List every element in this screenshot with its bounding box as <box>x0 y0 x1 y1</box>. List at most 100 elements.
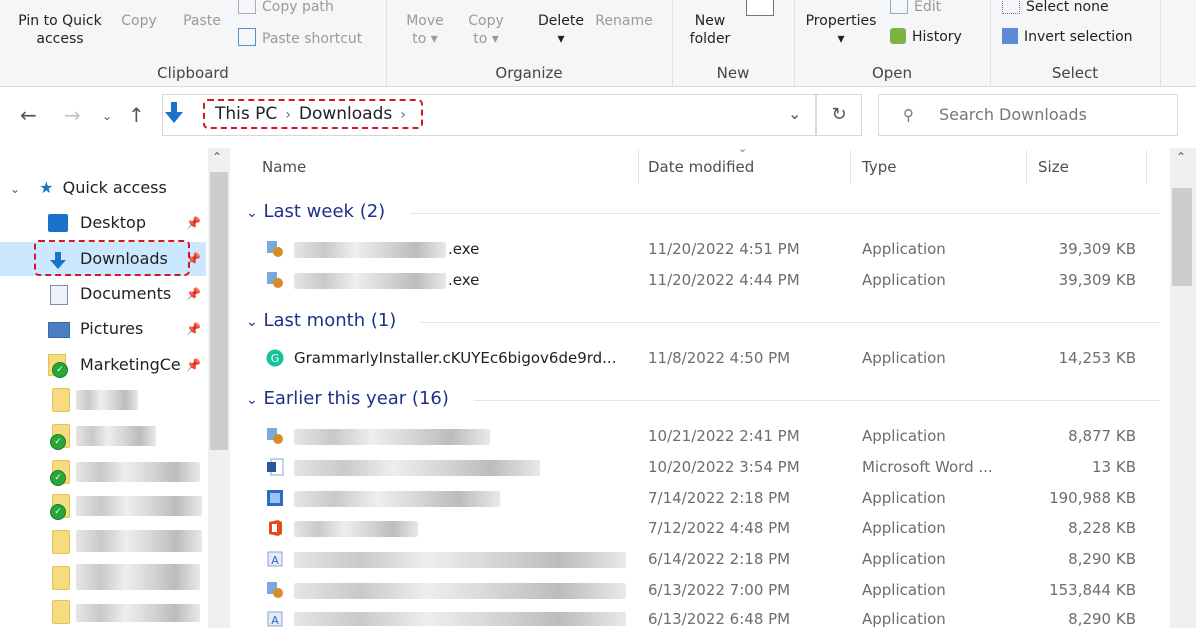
file-name[interactable]: GrammarlyInstaller.cKUYEc6bigov6de9rd... <box>294 349 616 367</box>
column-header-type[interactable]: Type <box>862 150 896 184</box>
group-divider <box>420 322 1160 323</box>
column-header-date[interactable]: Date modified <box>648 150 754 184</box>
redacted-item[interactable] <box>76 530 202 552</box>
new-folder-button[interactable]: New folder <box>682 12 738 48</box>
chevron-down-icon: ▾ <box>557 31 565 47</box>
sidebar-item-desktop[interactable]: Desktop 📌 <box>48 208 208 238</box>
file-name[interactable]: .exe <box>448 271 479 289</box>
redacted-filename[interactable] <box>294 460 540 476</box>
copy-path-button[interactable]: Copy path <box>238 0 334 16</box>
desktop-icon <box>48 214 68 232</box>
column-header-size[interactable]: Size <box>1038 150 1069 184</box>
new-item-icon[interactable] <box>746 0 774 16</box>
chevron-down-icon: ▾ <box>491 31 499 47</box>
sidebar-item-pictures[interactable]: Pictures 📌 <box>48 314 208 344</box>
folder-icon <box>52 388 70 412</box>
redacted-item[interactable] <box>76 564 200 590</box>
sidebar-item-marketingce[interactable]: ✓ MarketingCe 📌 <box>48 350 208 380</box>
delete-button[interactable]: Delete ▾ <box>534 12 588 48</box>
redacted-item[interactable] <box>76 496 202 516</box>
recent-locations-chevron-icon[interactable]: ⌄ <box>102 109 112 123</box>
group-header-earlier-this-year[interactable]: ⌄ Earlier this year (16) <box>246 388 449 409</box>
sidebar-item-label: Pictures <box>80 319 144 338</box>
file-name[interactable]: .exe <box>448 240 479 258</box>
copy-button[interactable]: Copy <box>118 12 160 30</box>
select-none-icon <box>1002 0 1020 14</box>
paste-shortcut-button[interactable]: Paste shortcut <box>238 28 362 48</box>
redacted-item[interactable] <box>76 390 138 410</box>
redacted-item[interactable] <box>76 604 200 622</box>
open-group: Properties ▾ Edit History Open <box>794 0 991 86</box>
scroll-up-icon[interactable]: ⌃ <box>1176 150 1186 164</box>
column-header-name[interactable]: Name <box>262 150 306 184</box>
redacted-filename[interactable] <box>294 552 626 568</box>
file-type: Application <box>862 519 946 537</box>
paste-button[interactable]: Paste <box>178 12 226 30</box>
properties-button[interactable]: Properties ▾ <box>802 12 880 48</box>
scroll-up-icon[interactable]: ⌃ <box>212 150 222 164</box>
organize-label: Organize <box>495 64 563 82</box>
invert-selection-button[interactable]: Invert selection <box>1002 28 1133 46</box>
breadcrumb-downloads[interactable]: Downloads <box>299 104 392 124</box>
column-divider[interactable] <box>1146 150 1147 184</box>
file-size: 8,228 KB <box>1068 519 1136 537</box>
redacted-filename[interactable] <box>294 521 418 537</box>
clipboard-group: Pin to Quick access Copy Paste Copy path… <box>0 0 387 86</box>
file-date: 10/21/2022 2:41 PM <box>648 427 800 445</box>
select-label: Select <box>1051 64 1099 82</box>
rename-button[interactable]: Rename <box>594 12 654 30</box>
file-list-scroll-thumb[interactable] <box>1172 188 1192 286</box>
up-arrow-icon[interactable]: ↑ <box>128 103 145 127</box>
column-divider[interactable] <box>850 150 851 184</box>
group-divider <box>474 400 1160 401</box>
pin-icon: 📌 <box>186 358 201 372</box>
redacted-filename[interactable] <box>294 491 500 507</box>
redacted-filename <box>294 273 446 289</box>
redacted-item[interactable] <box>76 426 156 446</box>
copy-to-button[interactable]: Copy to ▾ <box>462 12 510 48</box>
search-input[interactable]: ⚲ Search Downloads <box>878 94 1178 136</box>
column-divider[interactable] <box>638 150 639 184</box>
quick-access-item[interactable]: ⌄ ★ Quick access <box>10 173 167 203</box>
address-dropdown-chevron-icon[interactable]: ⌄ <box>788 104 801 123</box>
chevron-down-icon: ▾ <box>837 31 845 47</box>
redacted-filename[interactable] <box>294 612 626 626</box>
file-size: 153,844 KB <box>1049 581 1136 599</box>
breadcrumb-separator-icon: › <box>400 107 406 123</box>
edit-button[interactable]: Edit <box>890 0 941 16</box>
open-label: Open <box>871 64 913 82</box>
chevron-down-icon: ▾ <box>430 31 438 47</box>
edit-icon <box>890 0 908 14</box>
group-header-last-week[interactable]: ⌄ Last week (2) <box>246 201 385 222</box>
breadcrumb-this-pc[interactable]: This PC <box>215 104 277 124</box>
redacted-item[interactable] <box>76 462 200 482</box>
sidebar-item-documents[interactable]: Documents 📌 <box>48 279 208 309</box>
back-arrow-icon[interactable]: ← <box>20 103 37 127</box>
redacted-filename[interactable] <box>294 429 490 445</box>
pin-quick-access-button[interactable]: Pin to Quick access <box>8 12 112 48</box>
file-date: 10/20/2022 3:54 PM <box>648 458 800 476</box>
quick-access-label: Quick access <box>62 178 167 197</box>
history-button[interactable]: History <box>890 28 962 46</box>
sidebar-item-label: MarketingCe <box>80 355 181 374</box>
chevron-down-icon: ⌄ <box>246 314 258 330</box>
edit-label: Edit <box>914 0 942 15</box>
navigation-scroll-thumb[interactable] <box>210 172 228 450</box>
pin-icon: 📌 <box>186 216 201 230</box>
installer-icon <box>266 581 284 599</box>
refresh-icon[interactable]: ↻ <box>816 94 862 136</box>
column-divider[interactable] <box>1026 150 1027 184</box>
breadcrumb[interactable]: This PC › Downloads › <box>203 99 423 129</box>
forward-arrow-icon[interactable]: → <box>64 103 81 127</box>
file-type: Application <box>862 610 946 628</box>
move-to-button[interactable]: Move to ▾ <box>400 12 450 48</box>
redacted-filename[interactable] <box>294 583 626 599</box>
group-title: Last month (1) <box>263 310 397 331</box>
group-title: Last week (2) <box>263 201 386 222</box>
select-none-button[interactable]: Select none <box>1002 0 1109 16</box>
folder-icon <box>52 530 70 554</box>
group-header-last-month[interactable]: ⌄ Last month (1) <box>246 310 396 331</box>
organize-group: Move to ▾ Copy to ▾ Delete ▾ Rename Organ… <box>386 0 673 86</box>
grammarly-icon: G <box>266 349 284 367</box>
file-date: 6/13/2022 6:48 PM <box>648 610 791 628</box>
